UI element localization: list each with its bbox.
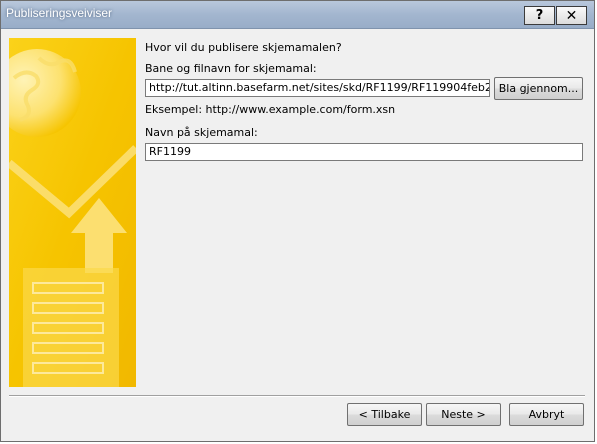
- template-name-label: Navn på skjemamal:: [145, 126, 258, 139]
- next-button[interactable]: Neste >: [426, 403, 501, 426]
- title-bar[interactable]: Publiseringsveiviser ? ✕: [1, 1, 594, 29]
- back-button[interactable]: < Tilbake: [347, 403, 422, 426]
- wizard-illustration: [9, 38, 136, 387]
- help-button[interactable]: ?: [524, 6, 555, 25]
- cancel-button[interactable]: Avbryt: [509, 403, 584, 426]
- path-label: Bane og filnavn for skjemamal:: [145, 62, 317, 75]
- window-title: Publiseringsveiviser: [6, 6, 113, 20]
- footer-divider: [9, 395, 585, 397]
- template-name-input[interactable]: RF1199: [145, 143, 583, 161]
- browse-button[interactable]: Bla gjennom...: [494, 77, 583, 100]
- example-text: Eksempel: http://www.example.com/form.xs…: [145, 103, 396, 116]
- close-button[interactable]: ✕: [556, 6, 587, 25]
- publish-question-heading: Hvor vil du publisere skjemamalen?: [145, 41, 342, 54]
- publish-illustration-icon: [9, 38, 136, 387]
- publish-wizard-window: Publiseringsveiviser ? ✕ Hvor vil du pub…: [0, 0, 595, 442]
- path-input[interactable]: http://tut.altinn.basefarm.net/sites/skd…: [145, 79, 490, 97]
